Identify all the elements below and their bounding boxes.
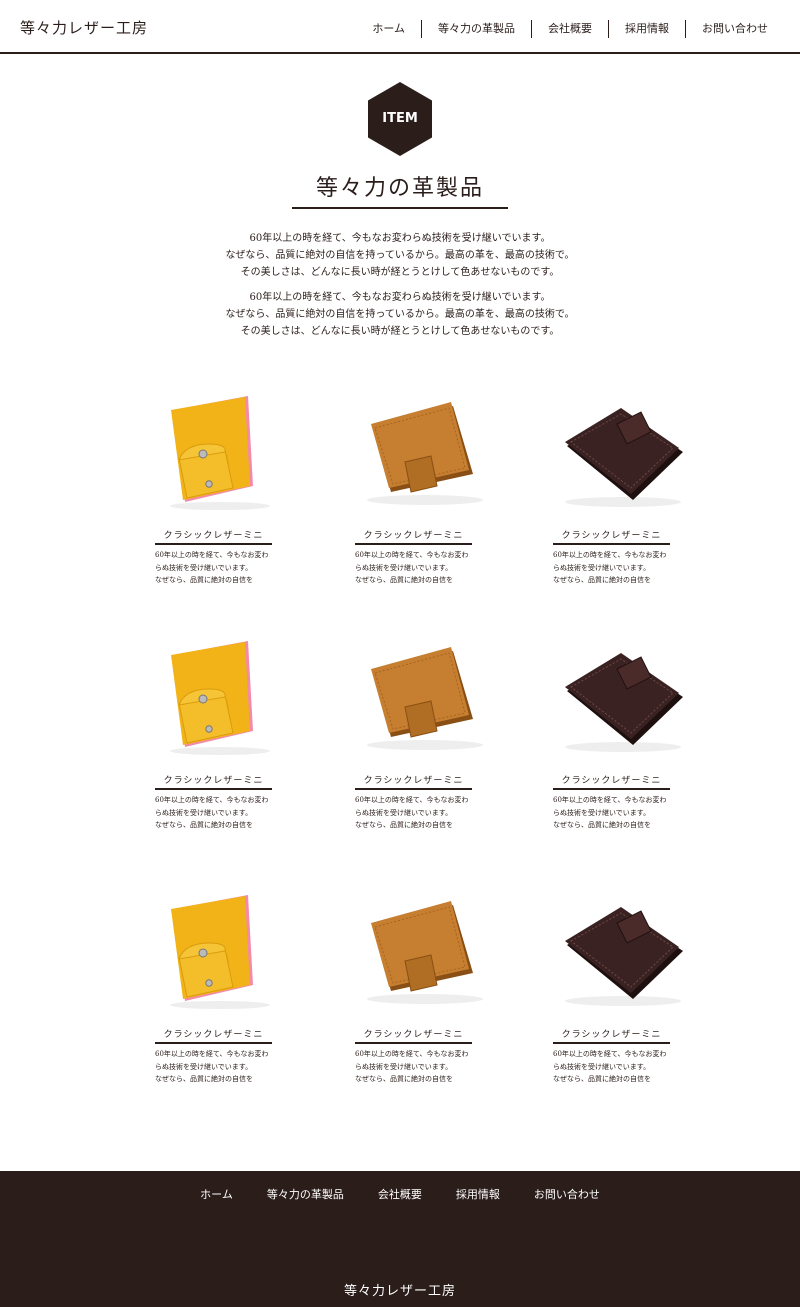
product-image[interactable] xyxy=(533,633,703,763)
product-name[interactable]: クラシックレザーミニ xyxy=(355,528,472,541)
product-name[interactable]: クラシックレザーミニ xyxy=(553,528,670,541)
footer-nav-home[interactable]: ホーム xyxy=(183,1186,250,1202)
product-image[interactable] xyxy=(533,887,703,1017)
product-image[interactable] xyxy=(335,633,505,763)
product-name[interactable]: クラシックレザーミニ xyxy=(355,773,472,786)
footer-nav-company[interactable]: 会社概要 xyxy=(361,1186,439,1202)
nav-products[interactable]: 等々力の革製品 xyxy=(422,20,531,38)
main-nav: ホーム 等々力の革製品 会社概要 採用情報 お問い合わせ xyxy=(356,20,784,38)
product-name-underline xyxy=(355,543,472,545)
product-name-underline xyxy=(355,788,472,790)
product-name-underline xyxy=(155,788,272,790)
product-image[interactable] xyxy=(135,887,305,1017)
product-description: 60年以上の時を経て、今もなお変わ らぬ技術を受け継いでいます。 なぜなら、品質に絶… xyxy=(355,1050,469,1083)
product-name-underline xyxy=(355,1042,472,1044)
product-name[interactable]: クラシックレザーミニ xyxy=(553,1027,670,1040)
product-name-underline xyxy=(155,1042,272,1044)
product-name-underline xyxy=(553,1042,670,1044)
footer-nav-recruit[interactable]: 採用情報 xyxy=(439,1186,517,1202)
site-footer: ホーム 等々力の革製品 会社概要 採用情報 お問い合わせ 等々力レザー工房 xyxy=(0,1171,800,1307)
product-name-underline xyxy=(553,788,670,790)
product-description: 60年以上の時を経て、今もなお変わ らぬ技術を受け継いでいます。 なぜなら、品質に絶… xyxy=(155,796,269,829)
nav-contact[interactable]: お問い合わせ xyxy=(686,20,784,38)
site-logo[interactable]: 等々力レザー工房 xyxy=(20,17,148,38)
nav-company[interactable]: 会社概要 xyxy=(532,20,608,38)
item-badge: ITEM xyxy=(368,82,432,156)
footer-logo[interactable]: 等々力レザー工房 xyxy=(0,1280,800,1299)
product-description: 60年以上の時を経て、今もなお変わ らぬ技術を受け継いでいます。 なぜなら、品質に絶… xyxy=(553,551,667,584)
product-description: 60年以上の時を経て、今もなお変わ らぬ技術を受け継いでいます。 なぜなら、品質に絶… xyxy=(553,1050,667,1083)
product-name[interactable]: クラシックレザーミニ xyxy=(155,1027,272,1040)
page-title: 等々力の革製品 xyxy=(315,176,484,201)
product-image[interactable] xyxy=(135,633,305,763)
product-name-underline xyxy=(553,543,670,545)
product-name[interactable]: クラシックレザーミニ xyxy=(155,773,272,786)
product-description: 60年以上の時を経て、今もなお変わ らぬ技術を受け継いでいます。 なぜなら、品質に絶… xyxy=(155,551,269,584)
item-badge-label: ITEM xyxy=(382,111,418,126)
product-image[interactable] xyxy=(533,388,703,518)
product-description: 60年以上の時を経て、今もなお変わ らぬ技術を受け継いでいます。 なぜなら、品質に絶… xyxy=(553,796,667,829)
footer-nav-products[interactable]: 等々力の革製品 xyxy=(250,1186,361,1202)
product-name[interactable]: クラシックレザーミニ xyxy=(355,1027,472,1040)
footer-nav-contact[interactable]: お問い合わせ xyxy=(517,1186,617,1202)
product-description: 60年以上の時を経て、今もなお変わ らぬ技術を受け継いでいます。 なぜなら、品質に絶… xyxy=(355,796,469,829)
nav-recruit[interactable]: 採用情報 xyxy=(609,20,685,38)
product-description: 60年以上の時を経て、今もなお変わ らぬ技術を受け継いでいます。 なぜなら、品質に絶… xyxy=(155,1050,269,1083)
footer-nav: ホーム 等々力の革製品 会社概要 採用情報 お問い合わせ xyxy=(0,1186,800,1202)
product-name-underline xyxy=(155,543,272,545)
product-name[interactable]: クラシックレザーミニ xyxy=(155,528,272,541)
intro-paragraph: 60年以上の時を経て、今もなお変わらぬ技術を受け継いでいます。 なぜなら、品質に… xyxy=(225,233,575,278)
nav-home[interactable]: ホーム xyxy=(356,20,421,38)
intro-paragraph: 60年以上の時を経て、今もなお変わらぬ技術を受け継いでいます。 なぜなら、品質に… xyxy=(225,292,575,337)
product-image[interactable] xyxy=(335,388,505,518)
title-underline xyxy=(292,207,508,209)
product-name[interactable]: クラシックレザーミニ xyxy=(553,773,670,786)
product-description: 60年以上の時を経て、今もなお変わ らぬ技術を受け継いでいます。 なぜなら、品質に絶… xyxy=(355,551,469,584)
site-header: 等々力レザー工房 ホーム 等々力の革製品 会社概要 採用情報 お問い合わせ xyxy=(0,0,800,54)
product-image[interactable] xyxy=(135,388,305,518)
intro-text: 60年以上の時を経て、今もなお変わらぬ技術を受け継いでいます。 なぜなら、品質に… xyxy=(100,230,700,348)
product-image[interactable] xyxy=(335,887,505,1017)
